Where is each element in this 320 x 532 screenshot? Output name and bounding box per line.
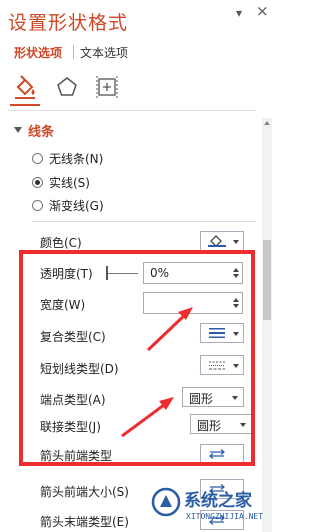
chevron-down-icon bbox=[240, 423, 246, 427]
begin-arrow-size-button[interactable] bbox=[200, 479, 244, 499]
chevron-down-icon bbox=[233, 364, 239, 368]
width-label: 宽度(W) bbox=[40, 298, 86, 312]
double-arrow-icon bbox=[209, 449, 225, 459]
tab-separator bbox=[73, 45, 74, 59]
transparency-spinner[interactable]: 0% bbox=[143, 262, 243, 284]
join-type-value: 圆形 bbox=[197, 419, 222, 433]
spin-down-icon[interactable] bbox=[233, 304, 239, 308]
radio-label: 渐变线(G) bbox=[49, 198, 104, 213]
tab-text-options[interactable]: 文本选项 bbox=[80, 44, 128, 61]
fill-line-icon[interactable] bbox=[12, 74, 38, 100]
pane-title: 设置形状格式 bbox=[8, 12, 129, 34]
transparency-label: 透明度(T) bbox=[40, 267, 93, 281]
scrollbar-thumb[interactable] bbox=[263, 240, 271, 320]
arrowhead-icon bbox=[159, 397, 174, 410]
compound-type-label: 复合类型(C) bbox=[40, 330, 106, 344]
chevron-down-icon bbox=[233, 332, 239, 336]
radio-gradient-line[interactable]: 渐变线(G) bbox=[32, 196, 104, 214]
close-button[interactable]: × bbox=[256, 2, 269, 20]
begin-arrow-type-label: 箭头前端类型 bbox=[40, 449, 113, 463]
double-arrow-icon bbox=[209, 515, 225, 525]
radio-no-line[interactable]: 无线条(N) bbox=[32, 149, 103, 167]
active-category-indicator bbox=[10, 104, 40, 106]
join-type-select[interactable]: 圆形 bbox=[190, 414, 252, 434]
radio-label: 无线条(N) bbox=[49, 151, 104, 166]
dash-lines-icon bbox=[209, 361, 225, 370]
compound-type-button[interactable] bbox=[200, 323, 244, 343]
end-arrow-type-button[interactable] bbox=[200, 510, 244, 530]
begin-arrow-size-label: 箭头前端大小(S) bbox=[40, 485, 129, 499]
radio-button-selected[interactable] bbox=[32, 176, 43, 188]
dash-type-label: 短划线类型(D) bbox=[40, 362, 119, 376]
effects-pentagon-icon[interactable] bbox=[54, 74, 80, 100]
cap-type-label: 端点类型(A) bbox=[40, 393, 106, 407]
radio-button[interactable] bbox=[32, 199, 43, 211]
color-label: 颜色(C) bbox=[40, 236, 82, 250]
transparency-slider-thumb[interactable] bbox=[106, 266, 108, 280]
vertical-scrollbar[interactable] bbox=[262, 118, 272, 532]
color-picker-button[interactable] bbox=[200, 231, 244, 251]
end-arrow-type-label: 箭头末端类型(E) bbox=[40, 515, 129, 529]
radio-button[interactable] bbox=[32, 152, 43, 164]
section-title-line[interactable]: 线条 bbox=[28, 121, 54, 140]
begin-arrow-type-button[interactable] bbox=[200, 444, 244, 464]
transparency-slider-track[interactable] bbox=[108, 273, 138, 274]
divider bbox=[32, 221, 256, 222]
cap-type-value: 圆形 bbox=[189, 392, 214, 406]
radio-label: 实线(S) bbox=[49, 175, 90, 190]
dash-type-button[interactable] bbox=[200, 355, 244, 375]
radio-solid-line[interactable]: 实线(S) bbox=[32, 173, 90, 191]
pane-options-button[interactable]: ▾ bbox=[236, 6, 242, 20]
tab-shape-options[interactable]: 形状选项 bbox=[14, 44, 62, 61]
transparency-value: 0% bbox=[150, 266, 170, 280]
chevron-down-icon bbox=[233, 240, 239, 244]
site-logo-icon bbox=[151, 487, 181, 517]
join-type-label: 联接类型(J) bbox=[40, 420, 101, 434]
divider bbox=[8, 110, 256, 111]
collapse-arrow-icon[interactable] bbox=[14, 127, 22, 133]
cap-type-select[interactable]: 圆形 bbox=[182, 387, 244, 407]
scroll-up-icon[interactable] bbox=[264, 121, 270, 125]
size-properties-icon[interactable] bbox=[94, 74, 120, 100]
arrow-to-cap-type bbox=[121, 400, 169, 438]
chevron-down-icon bbox=[232, 396, 238, 400]
spin-up-icon[interactable] bbox=[233, 298, 239, 302]
spin-down-icon[interactable] bbox=[233, 274, 239, 278]
arrow-to-width bbox=[146, 310, 190, 352]
compound-lines-icon bbox=[209, 328, 225, 338]
double-arrow-icon bbox=[209, 484, 225, 494]
paint-bucket-icon bbox=[208, 235, 226, 247]
spin-up-icon[interactable] bbox=[233, 268, 239, 272]
width-spinner[interactable] bbox=[143, 292, 243, 314]
